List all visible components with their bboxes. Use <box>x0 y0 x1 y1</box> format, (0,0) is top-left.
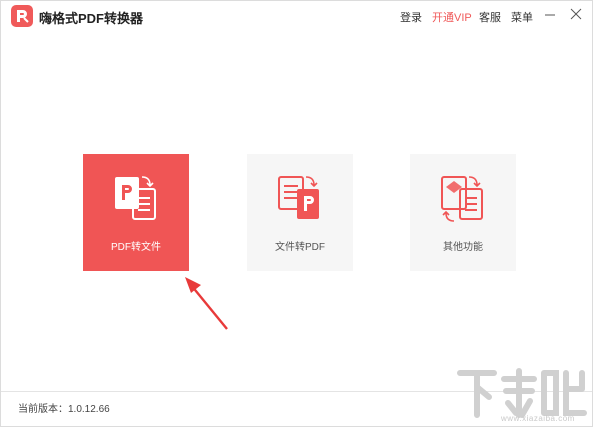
menu-link[interactable]: 菜单 <box>511 9 533 25</box>
login-link[interactable]: 登录 <box>400 9 422 25</box>
close-button[interactable] <box>568 6 584 22</box>
watermark-logo <box>457 368 587 418</box>
app-title: 嗨格式PDF转换器 <box>39 11 144 26</box>
service-link[interactable]: 客服 <box>479 9 501 25</box>
title-bar: 嗨格式PDF转换器 登录 开通VIP 客服 菜单 <box>1 1 592 33</box>
file-to-pdf-icon <box>278 176 319 219</box>
annotation-arrow-icon <box>185 277 228 330</box>
tile-label: PDF转文件 <box>111 242 161 253</box>
pdf-to-file-icon <box>115 176 156 220</box>
other-functions-icon <box>441 176 483 222</box>
pdf-logo-icon <box>11 5 33 27</box>
version-label: 当前版本：1.0.12.66 <box>18 404 110 415</box>
vip-link[interactable]: 开通VIP <box>432 9 472 25</box>
app-window: 嗨格式PDF转换器 登录 开通VIP 客服 菜单 PDF转文件 文件转PDF 其… <box>0 0 593 427</box>
minimize-button[interactable] <box>542 6 558 22</box>
tile-file-to-pdf[interactable]: 文件转PDF <box>247 154 353 271</box>
tile-label: 其他功能 <box>443 242 483 253</box>
close-icon <box>570 8 582 20</box>
tile-pdf-to-file[interactable]: PDF转文件 <box>83 154 189 271</box>
watermark-url: www.xiazaiba.com <box>501 414 575 423</box>
minimize-icon <box>545 14 555 16</box>
tile-other-functions[interactable]: 其他功能 <box>410 154 516 271</box>
tile-label: 文件转PDF <box>275 242 325 253</box>
